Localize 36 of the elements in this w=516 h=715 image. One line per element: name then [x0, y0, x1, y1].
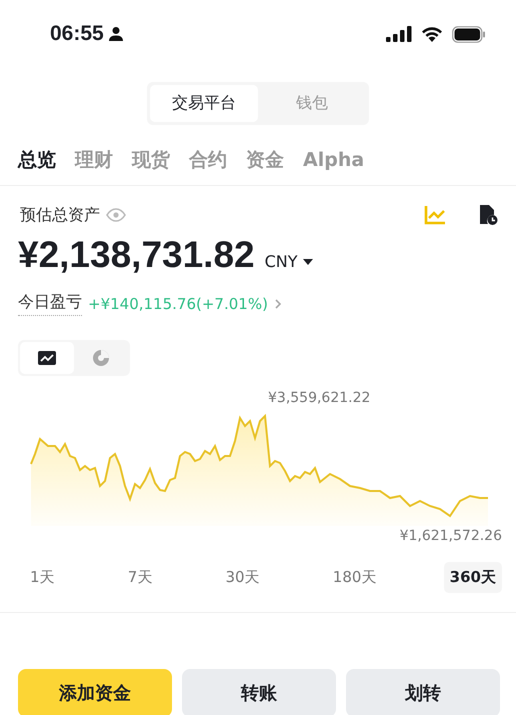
- status-time: 06:55: [50, 22, 104, 46]
- category-tab[interactable]: 理财: [75, 147, 113, 173]
- eye-icon[interactable]: [106, 208, 126, 222]
- document-clock-icon[interactable]: [478, 204, 498, 226]
- chart-min-label: ¥1,621,572.26: [398, 528, 503, 544]
- currency-selector[interactable]: CNY: [264, 252, 313, 271]
- signal-icon: [386, 26, 412, 42]
- person-icon: [108, 26, 124, 42]
- balance-label: 预估总资产: [20, 204, 100, 226]
- period-tab[interactable]: 7天: [122, 562, 158, 592]
- action-button[interactable]: 添加资金: [18, 669, 172, 715]
- segment-tab[interactable]: 钱包: [258, 85, 366, 122]
- chevron-right-icon[interactable]: [274, 298, 282, 310]
- pnl-value: +¥140,115.76(+7.01%): [88, 295, 268, 313]
- line-chart-view-tab[interactable]: [20, 342, 74, 374]
- category-tab[interactable]: 合约: [189, 147, 227, 173]
- line-chart-icon: [38, 351, 56, 365]
- action-button[interactable]: 划转: [346, 669, 500, 715]
- segment-tab[interactable]: 交易平台: [150, 85, 258, 122]
- chart-max-label: ¥3,559,621.22: [267, 389, 372, 406]
- total-balance: ¥2,138,731.82: [18, 234, 255, 276]
- period-tab[interactable]: 180天: [326, 562, 382, 592]
- period-tab[interactable]: 360天: [444, 562, 502, 592]
- action-button[interactable]: 转账: [182, 669, 336, 715]
- caret-icon: [302, 258, 313, 264]
- battery-icon: [452, 26, 486, 42]
- pnl-label: 今日盈亏: [18, 292, 82, 316]
- category-tab[interactable]: 现货: [132, 147, 170, 173]
- period-tab[interactable]: 30天: [220, 562, 266, 592]
- category-tab[interactable]: 资金: [246, 147, 284, 173]
- period-tab[interactable]: 1天: [24, 562, 61, 592]
- category-tab[interactable]: Alpha: [303, 147, 364, 173]
- wifi-icon: [421, 26, 443, 42]
- category-tab[interactable]: 总览: [18, 147, 56, 173]
- pie-chart-icon: [92, 349, 110, 367]
- line-chart-icon[interactable]: [424, 205, 446, 225]
